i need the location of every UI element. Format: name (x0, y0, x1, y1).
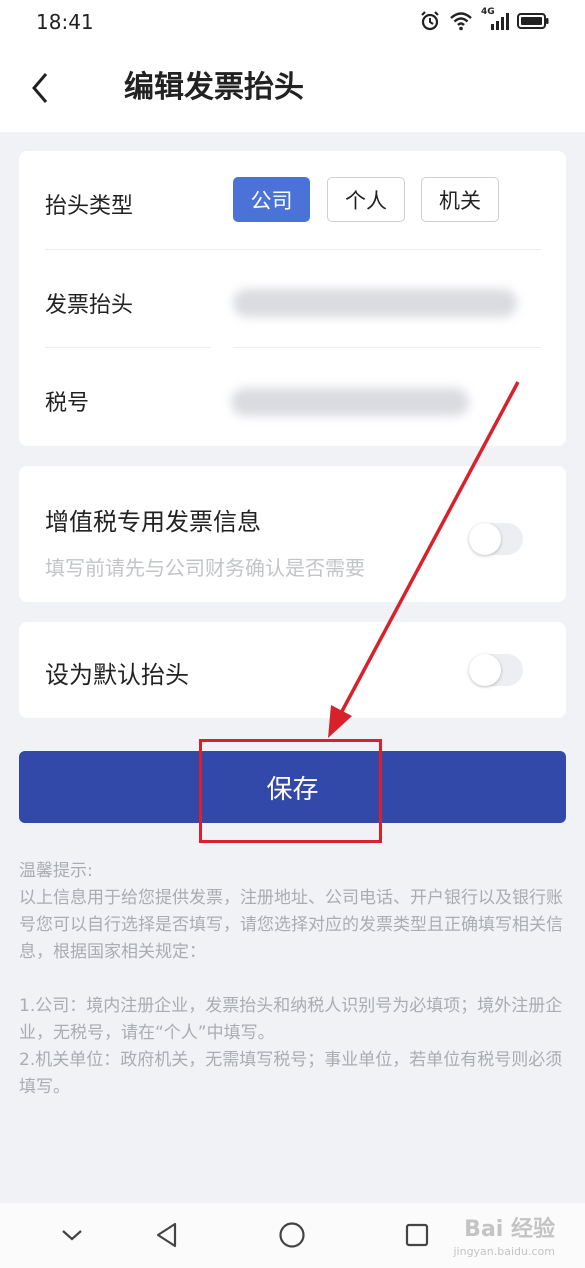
recents-icon (405, 1223, 429, 1247)
nav-home-button[interactable] (274, 1217, 310, 1253)
page-title: 编辑发票抬头 (124, 70, 304, 105)
type-option-company[interactable]: 公司 (233, 177, 310, 222)
type-label: 抬头类型 (45, 194, 134, 219)
system-nav-bar: Bai 经验 jingyan.baidu.com (0, 1203, 585, 1268)
vat-info-card: 增值税专用发票信息 填写前请先与公司财务确认是否需要 (19, 466, 566, 602)
watermark-brand: Bai 经验 (464, 1217, 555, 1242)
nav-back-icon (156, 1222, 177, 1248)
watermark-url: jingyan.baidu.com (453, 1245, 555, 1258)
type-option-government[interactable]: 机关 (421, 177, 499, 222)
tax-number-input[interactable] (231, 388, 469, 416)
tips-intro: 以上信息用于给您提供发票，注册地址、公司电话、开户银行以及银行账号您可以自行选择… (19, 888, 563, 962)
divider (45, 347, 210, 348)
vat-info-title: 增值税专用发票信息 (45, 508, 261, 536)
back-button[interactable] (22, 66, 58, 110)
vat-info-subtitle: 填写前请先与公司财务确认是否需要 (45, 556, 365, 580)
header: 编辑发票抬头 (0, 44, 585, 132)
nav-collapse-button[interactable] (54, 1217, 90, 1253)
status-bar: 18:41 4G (0, 0, 585, 44)
tips-rule-government: 2.机关单位：政府机关，无需填写税号；事业单位，若单位有税号则必须填写。 (19, 1050, 563, 1097)
vat-info-toggle[interactable] (469, 523, 523, 555)
back-icon (32, 73, 48, 103)
toggle-knob (469, 654, 501, 686)
default-title-card: 设为默认抬头 (19, 622, 566, 718)
tips-rule-company: 1.公司：境内注册企业，发票抬头和纳税人识别号为必填项；境外注册企业，无税号，请… (19, 996, 563, 1043)
tips-section: 温馨提示: 以上信息用于给您提供发票，注册地址、公司电话、开户银行以及银行账号您… (19, 858, 567, 1101)
annotation-highlight-box (199, 739, 382, 843)
alarm-icon (421, 11, 439, 31)
battery-icon (517, 13, 549, 29)
invoice-title-input[interactable] (233, 289, 517, 317)
default-title-toggle[interactable] (469, 654, 523, 686)
nav-recents-button[interactable] (399, 1217, 435, 1253)
tips-heading: 温馨提示: (19, 861, 93, 881)
type-option-personal[interactable]: 个人 (327, 177, 405, 222)
home-icon (279, 1222, 305, 1248)
signal-icon: 4G (481, 7, 509, 31)
invoice-form-card: 抬头类型 公司 个人 机关 发票抬头 税号 (19, 151, 566, 446)
wifi-icon (450, 12, 472, 31)
invoice-title-label: 发票抬头 (45, 293, 134, 318)
divider (45, 249, 541, 250)
chevron-down-icon (62, 1230, 82, 1241)
default-title-label: 设为默认抬头 (45, 661, 189, 689)
status-icons: 4G (419, 7, 549, 32)
divider (233, 347, 541, 348)
tax-number-label: 税号 (45, 391, 90, 416)
toggle-knob (469, 523, 501, 555)
nav-back-button[interactable] (149, 1217, 185, 1253)
status-time: 18:41 (36, 10, 94, 34)
watermark-logo: Bai 经验 jingyan.baidu.com (453, 1217, 555, 1261)
